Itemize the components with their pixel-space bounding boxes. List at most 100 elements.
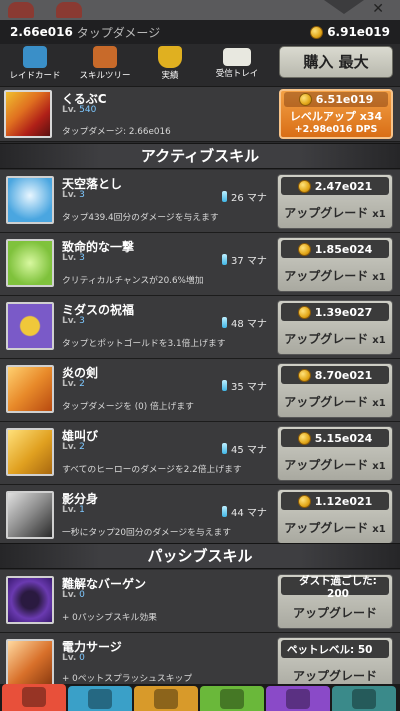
upgrade-label: アップグレード x1 (284, 206, 386, 220)
skill-mana: 26 マナ (222, 189, 267, 204)
upgrade-label: アップグレード (292, 606, 377, 620)
tab-clan[interactable] (266, 686, 330, 711)
arcane-card-icon[interactable] (6, 576, 54, 624)
hero-portrait[interactable] (4, 90, 52, 138)
skill-mana: 35 マナ (222, 378, 267, 393)
menu-skill-tree[interactable]: スキルツリー (70, 44, 140, 86)
skill-row: 雄叫び Lv. 2 45 マナ すべてのヒーローのダメージを2.2倍上げます 5… (0, 422, 400, 485)
passive-upgrade-button[interactable]: ダスト過ごした: 200 アップグレード (277, 574, 393, 629)
mana-crystal-icon (222, 254, 227, 265)
sword-icon[interactable] (6, 239, 54, 287)
upgrade-label: アップグレード x1 (284, 269, 386, 283)
skill-level: Lv. 3 (62, 190, 85, 200)
shadow-clone-icon[interactable] (6, 491, 54, 539)
skill-row: 影分身 Lv. 1 44 マナ 一秒にタップ20回分のダメージを与えます 1.1… (0, 485, 400, 548)
tab-shop[interactable] (332, 686, 396, 711)
mana-crystal-icon (222, 380, 227, 391)
level-up-button[interactable]: 6.51e019 レベルアップ x34 +2.98e016 DPS (279, 89, 393, 139)
buy-max-button[interactable]: 購入 最大 (279, 46, 393, 78)
upgrade-label: アップグレード x1 (284, 332, 386, 346)
coin-icon (298, 93, 312, 106)
hero-row: くるぶC Lv. 540 タップダメージ: 2.66e016 6.51e019 … (0, 86, 400, 142)
upgrade-button[interactable]: 2.47e021 アップグレード x1 (277, 174, 393, 229)
bottom-tab-bar (0, 684, 400, 711)
upgrade-button[interactable]: 1.85e024 アップグレード x1 (277, 237, 393, 292)
mana-crystal-icon (222, 443, 227, 454)
trophy-icon (158, 46, 182, 68)
menu-label: 受信トレイ (215, 69, 259, 79)
skill-level: Lv. 2 (62, 379, 85, 389)
skill-level: Lv. 3 (62, 316, 85, 326)
tab-sword[interactable] (2, 684, 66, 711)
skill-mana: 45 マナ (222, 441, 267, 456)
skill-mana: 48 マナ (222, 315, 267, 330)
chevron-down-icon[interactable] (324, 0, 364, 14)
hero-tab-icon (88, 689, 112, 709)
passive-requirement: ペットレベル: 50 (281, 640, 389, 658)
stats-bar: 2.66e016 タップダメージ 6.91e019 (0, 20, 400, 44)
top-decoration: ✕ (0, 0, 400, 20)
skill-row: 天空落とし Lv. 3 26 マナ タップ439.4回分のダメージを与えます 2… (0, 170, 400, 233)
upgrade-button[interactable]: 8.70e021 アップグレード x1 (277, 363, 393, 418)
menu-label: 実績 (161, 71, 179, 81)
crown-coin-icon[interactable] (6, 302, 54, 350)
skill-desc: + 0パッシブスキル効果 (62, 613, 157, 623)
passive-skill-row: 難解なバーゲン Lv. 0 + 0パッシブスキル効果 ダスト過ごした: 200 … (0, 570, 400, 633)
tap-damage-value: 2.66e016 (10, 25, 73, 39)
skill-desc: + 0ペットスプラッシュスキップ (62, 674, 193, 684)
tab-heroes[interactable] (68, 686, 132, 711)
tap-damage-label: タップダメージ (76, 25, 161, 40)
skill-desc: タップダメージを (0) 倍上げます (62, 402, 194, 412)
upgrade-button[interactable]: 5.15e024 アップグレード x1 (277, 426, 393, 481)
upgrade-cost: 1.85e024 (281, 240, 389, 258)
upgrade-label: アップグレード x1 (284, 395, 386, 409)
upgrade-button[interactable]: 1.12e021 アップグレード x1 (277, 489, 393, 544)
mana-crystal-icon (222, 191, 227, 202)
skill-level: Lv. 0 (62, 590, 85, 600)
tab-pets[interactable] (200, 686, 264, 711)
upgrade-label: アップグレード x1 (284, 458, 386, 472)
close-icon[interactable]: ✕ (372, 1, 384, 17)
sword-tab-icon (22, 687, 46, 707)
menu-inbox[interactable]: 受信トレイ (202, 44, 272, 86)
gold-value: 6.91e019 (327, 25, 390, 39)
mana-crystal-icon (222, 506, 227, 517)
upgrade-cost: 2.47e021 (281, 177, 389, 195)
sky-strike-icon[interactable] (6, 176, 54, 224)
skill-desc: タップ439.4回分のダメージを与えます (62, 213, 219, 223)
menu-label: レイドカード (9, 71, 61, 81)
skill-desc: クリティカルチャンスが20.6%増加 (62, 276, 204, 286)
skill-tree-icon (93, 46, 117, 68)
menu-achievements[interactable]: 実績 (135, 44, 205, 86)
skill-level: Lv. 3 (62, 253, 85, 263)
gold-counter: 6.91e019 (310, 25, 390, 39)
passive-requirement: ダスト過ごした: 200 (281, 575, 389, 600)
power-surge-icon[interactable] (6, 639, 54, 687)
mascot-icon (56, 2, 82, 18)
coin-icon (297, 368, 311, 382)
level-up-dps: +2.98e016 DPS (294, 124, 378, 135)
skill-level: Lv. 1 (62, 505, 85, 515)
war-cry-icon[interactable] (6, 428, 54, 476)
coin-icon (297, 179, 311, 193)
tab-equipment[interactable] (134, 686, 198, 711)
menu-label: スキルツリー (79, 71, 131, 81)
coin-icon (297, 242, 311, 256)
menu-raid-card[interactable]: レイドカード (0, 44, 70, 86)
mana-crystal-icon (222, 317, 227, 328)
coin-icon (297, 431, 311, 445)
coin-icon (297, 494, 311, 508)
mail-icon (223, 48, 251, 66)
upgrade-cost: 1.39e027 (281, 303, 389, 321)
skill-level: Lv. 2 (62, 442, 85, 452)
pet-tab-icon (220, 689, 244, 709)
coin-icon (297, 305, 311, 319)
skill-desc: すべてのヒーローのダメージを2.2倍上げます (62, 465, 242, 475)
active-skills-header: アクティブスキル (0, 143, 400, 169)
coin-icon (310, 25, 324, 39)
level-up-label: レベルアップ x34 (289, 110, 383, 123)
upgrade-button[interactable]: 1.39e027 アップグレード x1 (277, 300, 393, 355)
fire-sword-icon[interactable] (6, 365, 54, 413)
mascot-icon (8, 2, 34, 18)
passive-skills-header: パッシブスキル (0, 543, 400, 569)
